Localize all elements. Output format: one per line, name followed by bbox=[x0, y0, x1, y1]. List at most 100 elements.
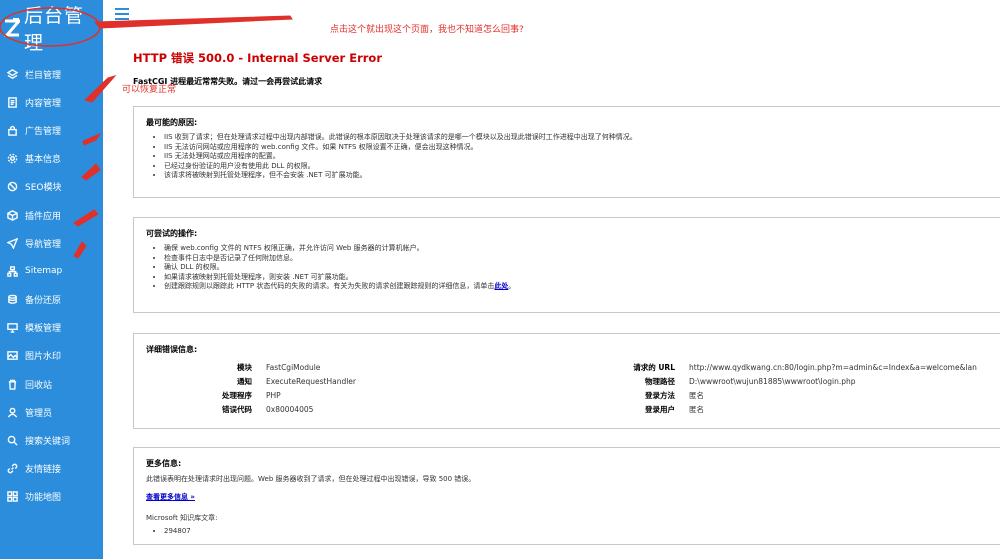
sidebar-item-label: 备份还原 bbox=[25, 296, 62, 307]
list-item-text: IIS 无法访问网站或应用程序的 web.config 文件。如果 NTFS 权… bbox=[164, 142, 478, 151]
detail-key: 物理路径 bbox=[645, 376, 675, 386]
detail-row: 通知 ExecuteRequestHandler bbox=[136, 374, 356, 388]
list-item: 确认 DLL 的权限。 bbox=[164, 263, 1000, 273]
actions-panel: 可尝试的操作: 确保 web.config 文件的 NTFS 权限正确，并允许访… bbox=[133, 217, 1000, 313]
actions-list: 确保 web.config 文件的 NTFS 权限正确，并允许访问 Web 服务… bbox=[164, 244, 1000, 292]
detail-row: 登录方法 匿名 bbox=[574, 388, 977, 402]
image-icon bbox=[6, 350, 18, 362]
sidebar-item[interactable]: 回收站 bbox=[0, 370, 103, 398]
sidebar-item[interactable]: 搜索关键词 bbox=[0, 426, 103, 454]
error-subtitle: FastCGI 进程最近常常失败。请过一会再尝试此请求 bbox=[133, 77, 323, 86]
list-item: 如果请求被映射到托管处理程序，则安装 .NET 可扩展功能。 bbox=[164, 273, 1000, 283]
sidebar-item[interactable]: 基本信息 bbox=[0, 145, 103, 173]
sidebar-item-label: Sitemap bbox=[25, 266, 63, 277]
sidebar-item[interactable]: 功能地图 bbox=[0, 483, 103, 511]
list-item-text: 确认 DLL 的权限。 bbox=[164, 263, 224, 271]
detail-row: 模块 FastCgiModule bbox=[136, 360, 356, 374]
send-icon bbox=[6, 237, 18, 249]
sidebar-item[interactable]: 广告管理 bbox=[0, 116, 103, 144]
logo[interactable]: 后台管理 bbox=[3, 5, 103, 54]
annotation-side-note: 可以恢复正常 bbox=[122, 85, 177, 95]
sidebar-item-label: 搜索关键词 bbox=[25, 437, 71, 448]
sidebar-item-label: 广告管理 bbox=[25, 126, 62, 137]
list-item: IIS 无法访问网站或应用程序的 web.config 文件。如果 NTFS 权… bbox=[164, 143, 1000, 153]
list-item-text: 创建跟踪规则以跟踪此 HTTP 状态代码的失败的请求。有关为失败的请求创建跟踪规… bbox=[164, 282, 495, 290]
detail-value: 0x80004005 bbox=[266, 404, 314, 414]
list-item-text: 294807 bbox=[164, 527, 191, 535]
list-item: 确保 web.config 文件的 NTFS 权限正确，并允许访问 Web 服务… bbox=[164, 244, 1000, 254]
error-title: HTTP 错误 500.0 - Internal Server Error bbox=[133, 51, 382, 65]
grid-icon bbox=[6, 491, 18, 503]
details-right-table: 请求的 URL http://www.qydkwang.cn:80/login.p… bbox=[574, 360, 977, 416]
error-header: HTTP 错误 500.0 - Internal Server Error Fa… bbox=[133, 50, 1000, 87]
sidebar-item[interactable]: Sitemap bbox=[0, 257, 103, 285]
monitor-icon bbox=[6, 322, 18, 334]
detail-value: ExecuteRequestHandler bbox=[266, 376, 356, 386]
sidebar-item[interactable]: 栏目管理 bbox=[0, 60, 103, 88]
causes-heading: 最可能的原因: bbox=[146, 118, 198, 127]
box-icon bbox=[6, 209, 18, 221]
sidebar-item-label: 基本信息 bbox=[25, 155, 62, 166]
sidebar-item-label: 栏目管理 bbox=[25, 70, 62, 81]
list-item: 创建跟踪规则以跟踪此 HTTP 状态代码的失败的请求。有关为失败的请求创建跟踪规… bbox=[164, 282, 1000, 292]
kb-label: Microsoft 知识库文章: bbox=[146, 514, 218, 522]
document-icon bbox=[6, 96, 18, 108]
details-panel: 详细错误信息: 模块 FastCgiModule 通知 ExecuteRequestH… bbox=[133, 333, 1000, 429]
list-item: 检查事件日志中是否记录了任何附加信息。 bbox=[164, 254, 1000, 264]
more-info-link[interactable]: 查看更多信息 » bbox=[146, 493, 195, 501]
detail-row: 登录用户 匿名 bbox=[574, 402, 977, 416]
list-item-text: 该请求将被映射到托管处理程序，但不会安装 .NET 可扩展功能。 bbox=[164, 171, 367, 179]
sidebar-item[interactable]: SEO模块 bbox=[0, 173, 103, 201]
more-info-panel: 更多信息: 此错误表明在处理请求时出现问题。Web 服务器收到了请求，但在处理过… bbox=[133, 447, 1000, 545]
sidebar-item[interactable]: 管理员 bbox=[0, 398, 103, 426]
ban-icon bbox=[6, 181, 18, 193]
details-left-table: 模块 FastCgiModule 通知 ExecuteRequestHandler 处理… bbox=[136, 360, 356, 416]
list-item-text: 确保 web.config 文件的 NTFS 权限正确，并允许访问 Web 服务… bbox=[164, 244, 424, 252]
more-text: 此错误表明在处理请求时出现问题。Web 服务器收到了请求，但在处理过程中出现错误… bbox=[146, 475, 476, 483]
sidebar-item-label: 导航管理 bbox=[25, 239, 62, 250]
link-icon bbox=[6, 463, 18, 475]
sidebar-item-label: 插件应用 bbox=[25, 211, 62, 222]
list-item-text: IIS 收到了请求；但在处理请求过程中出现内部错误。此错误的根本原因取决于处理该… bbox=[164, 133, 637, 141]
menu-toggle-icon[interactable] bbox=[115, 8, 129, 20]
list-item: IIS 收到了请求；但在处理请求过程中出现内部错误。此错误的根本原因取决于处理该… bbox=[164, 133, 1000, 143]
search-icon bbox=[6, 435, 18, 447]
sidebar-item-label: SEO模块 bbox=[25, 183, 62, 194]
detail-value: 匿名 bbox=[689, 390, 704, 400]
list-item: 该请求将被映射到托管处理程序，但不会安装 .NET 可扩展功能。 bbox=[164, 171, 1000, 181]
detail-row: 错误代码 0x80004005 bbox=[136, 402, 356, 416]
detail-key: 模块 bbox=[237, 362, 252, 372]
sidebar-item-label: 图片水印 bbox=[25, 352, 62, 363]
user-icon bbox=[6, 406, 18, 418]
trace-rule-link[interactable]: 此处 bbox=[494, 282, 508, 290]
causes-panel: 最可能的原因: IIS 收到了请求；但在处理请求过程中出现内部错误。此错误的根本… bbox=[133, 106, 1000, 198]
sidebar-item-label: 回收站 bbox=[25, 380, 53, 391]
layers-icon bbox=[6, 68, 18, 80]
list-item: IIS 无法处理网站或应用程序的配置。 bbox=[164, 152, 1000, 162]
sidebar: 后台管理 栏目管理内容管理广告管理基本信息 SEO模块插件应用导航管理 Sitema… bbox=[0, 0, 103, 559]
app-root: 后台管理 栏目管理内容管理广告管理基本信息 SEO模块插件应用导航管理 Sitema… bbox=[0, 0, 1000, 559]
actions-heading: 可尝试的操作: bbox=[146, 229, 198, 238]
sidebar-item[interactable]: 插件应用 bbox=[0, 201, 103, 229]
logo-text: 后台管理 bbox=[24, 5, 85, 54]
list-item-text: IIS 无法处理网站或应用程序的配置。 bbox=[164, 152, 280, 160]
detail-key: 登录用户 bbox=[645, 404, 675, 414]
annotation-top-note: 点击这个就出现这个页面，我也不知道怎么回事? bbox=[330, 25, 524, 35]
sidebar-item-label: 功能地图 bbox=[25, 493, 62, 504]
sidebar-item[interactable]: 模板管理 bbox=[0, 314, 103, 342]
logo-icon bbox=[3, 18, 23, 38]
list-item-text: 如果请求被映射到托管处理程序，则安装 .NET 可扩展功能。 bbox=[164, 272, 353, 281]
sidebar-item[interactable]: 导航管理 bbox=[0, 229, 103, 257]
detail-row: 物理路径 D:\wwwroot\wujun81885\wwwroot\login.… bbox=[574, 374, 977, 388]
detail-key: 通知 bbox=[237, 376, 252, 386]
list-item-text: 已经过身份验证的用户没有使用此 DLL 的权限。 bbox=[164, 161, 315, 170]
database-icon bbox=[6, 294, 18, 306]
detail-row: 请求的 URL http://www.qydkwang.cn:80/login.p… bbox=[574, 360, 977, 374]
trash-icon bbox=[6, 378, 18, 390]
lock-icon bbox=[6, 124, 18, 136]
sidebar-item-label: 模板管理 bbox=[25, 324, 62, 335]
sidebar-item[interactable]: 友情链接 bbox=[0, 455, 103, 483]
sidebar-item[interactable]: 内容管理 bbox=[0, 88, 103, 116]
sidebar-item[interactable]: 图片水印 bbox=[0, 342, 103, 370]
sidebar-item[interactable]: 备份还原 bbox=[0, 286, 103, 314]
